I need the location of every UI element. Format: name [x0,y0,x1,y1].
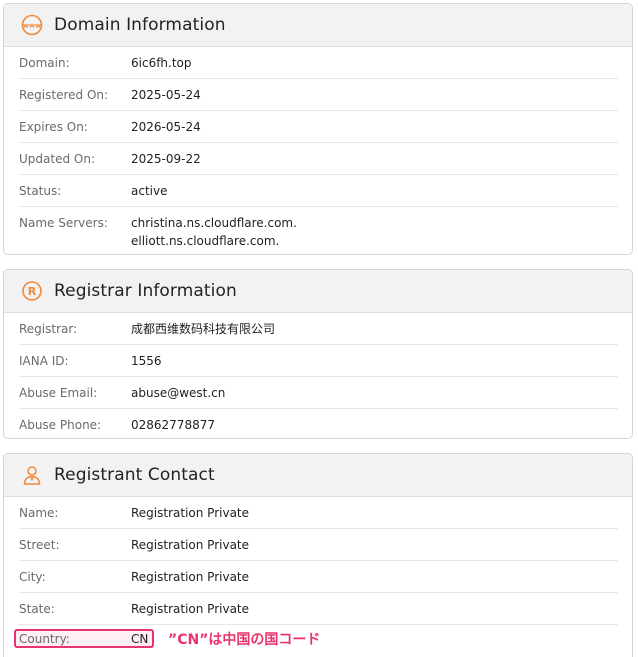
row-value: Registration Private [131,570,250,584]
svg-text:R: R [28,285,37,298]
info-row-name-servers: Name Servers: christina.ns.cloudflare.co… [19,207,618,254]
info-row-abuse-phone: Abuse Phone: 02862778877 [19,409,618,438]
country-code-annotation: ”CN”は中国の国コード [168,632,321,648]
row-value: 02862778877 [131,418,215,432]
row-value: abuse@west.cn [131,386,226,400]
domain-information-card: www Domain Information Domain: 6ic6fh.to… [3,3,633,255]
info-row-name: Name: Registration Private [19,497,618,529]
card-title: Registrant Contact [54,465,215,485]
person-icon [21,464,43,486]
row-value: 1556 [131,354,162,368]
row-value: 2025-09-22 [131,152,201,166]
row-value: active [131,184,168,198]
row-label: Name Servers: [19,216,108,230]
row-label: Abuse Phone: [19,418,102,432]
row-label: Abuse Email: [19,386,98,400]
info-row-city: City: Registration Private [19,561,618,593]
name-server-2: elliott.ns.cloudflare.com. [131,234,280,248]
row-label: Expires On: [19,120,88,134]
row-label: Updated On: [19,152,95,166]
row-label: City: [19,570,46,584]
info-row-iana-id: IANA ID: 1556 [19,345,618,377]
row-value: Registration Private [131,538,250,552]
row-label: State: [19,602,55,616]
row-value: CN [131,632,149,646]
row-value: Registration Private [131,506,250,520]
row-value: 2026-05-24 [131,120,201,134]
registrar-information-header: R Registrar Information [4,270,632,313]
info-row-state: State: Registration Private [19,593,618,625]
registered-trademark-icon: R [21,280,43,302]
info-row-street: Street: Registration Private [19,529,618,561]
row-value: christina.ns.cloudflare.com. elliott.ns.… [131,214,297,250]
row-label: Name: [19,506,59,520]
info-row-domain: Domain: 6ic6fh.top [19,47,618,79]
info-row-registered-on: Registered On: 2025-05-24 [19,79,618,111]
row-value: 6ic6fh.top [131,56,192,70]
row-value: Registration Private [131,602,250,616]
info-row-updated-on: Updated On: 2025-09-22 [19,143,618,175]
name-server-1: christina.ns.cloudflare.com. [131,216,297,230]
row-label: Status: [19,184,62,198]
svg-text:www: www [23,22,41,30]
row-label: Domain: [19,56,70,70]
card-title: Registrar Information [54,281,237,301]
card-title: Domain Information [54,15,226,35]
row-label: Country: [19,632,70,646]
info-row-status: Status: active [19,175,618,207]
row-value: 2025-05-24 [131,88,201,102]
info-row-registrar: Registrar: 成都西维数码科技有限公司 [19,313,618,345]
domain-information-header: www Domain Information [4,4,632,47]
row-label: Registered On: [19,88,109,102]
registrant-contact-card: Registrant Contact Name: Registration Pr… [3,453,633,657]
www-globe-icon: www [21,14,43,36]
row-label: Street: [19,538,60,552]
row-label: Registrar: [19,322,78,336]
registrant-contact-header: Registrant Contact [4,454,632,497]
row-label: IANA ID: [19,354,69,368]
registrar-information-card: R Registrar Information Registrar: 成都西维数… [3,269,633,439]
info-row-abuse-email: Abuse Email: abuse@west.cn [19,377,618,409]
info-row-expires-on: Expires On: 2026-05-24 [19,111,618,143]
row-value: 成都西维数码科技有限公司 [131,322,276,336]
